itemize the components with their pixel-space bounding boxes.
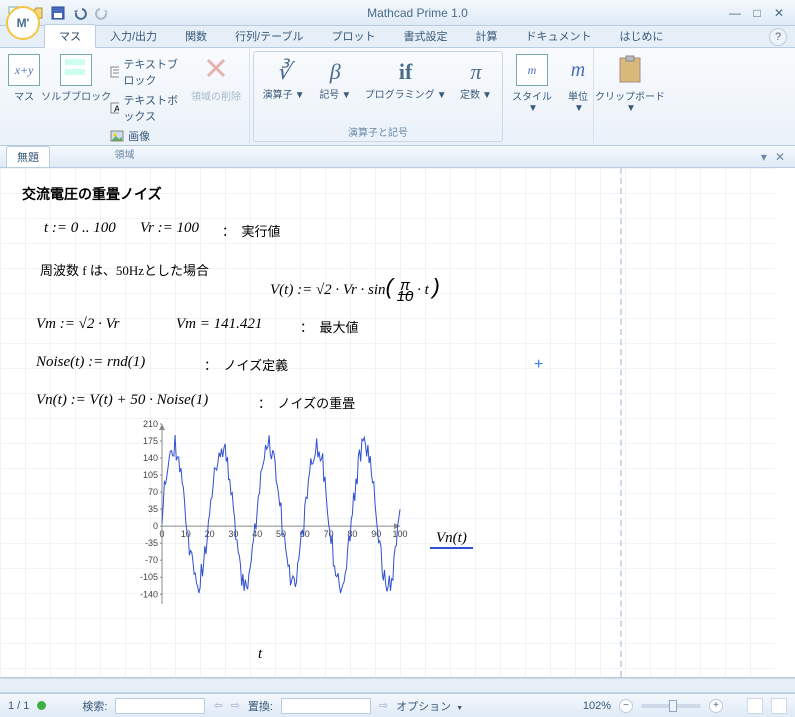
svg-text:35: 35 (148, 504, 158, 514)
view-draft-icon[interactable] (771, 698, 787, 714)
math-region-button[interactable]: x+y マス (6, 52, 42, 105)
svg-text:10: 10 (181, 529, 191, 539)
plot-vn[interactable]: -140-105-70-3503570105140175210010203040… (130, 418, 420, 646)
operators-button[interactable]: ∛演算子▼ (260, 56, 307, 103)
redo-icon[interactable] (94, 5, 110, 21)
doc-close[interactable]: ✕ (771, 150, 789, 164)
replace-go-icon[interactable]: ⇨ (379, 699, 388, 712)
clipboard-button[interactable]: クリップボード▼ (600, 52, 660, 116)
horizontal-scrollbar[interactable] (0, 678, 795, 693)
tab-io[interactable]: 入力/出力 (96, 25, 171, 47)
delete-region-button: 領域の削除 (189, 52, 243, 105)
svg-text:105: 105 (143, 470, 158, 480)
svg-text:-70: -70 (145, 555, 158, 565)
svg-text:A: A (114, 104, 119, 114)
svg-text:100: 100 (392, 529, 407, 539)
save-icon[interactable] (50, 5, 66, 21)
symbols-button[interactable]: β記号▼ (315, 56, 355, 103)
calc-status-icon (37, 701, 46, 710)
zoom-out-button[interactable]: − (619, 699, 633, 713)
minimize-button[interactable]: — (725, 5, 745, 21)
solve-block-button[interactable]: ソルブブロック (50, 52, 102, 105)
comment-max: ： 最大値 (300, 317, 359, 336)
svg-text:210: 210 (143, 419, 158, 429)
svg-text:90: 90 (371, 529, 381, 539)
constants-button[interactable]: π定数▼ (456, 56, 496, 103)
cursor-crosshair: + (534, 356, 543, 374)
text-block-button[interactable]: テキストブロック (110, 56, 181, 88)
zoom-slider[interactable] (641, 704, 701, 708)
eq-vr[interactable]: Vr := 100 (140, 220, 199, 237)
document-tab[interactable]: 無題 (6, 146, 50, 167)
eq-t-range[interactable]: t := 0 .. 100 (44, 220, 116, 237)
search-label: 検索: (82, 698, 107, 714)
svg-text:0: 0 (159, 529, 164, 539)
programming-button[interactable]: ifプログラミング▼ (363, 56, 448, 103)
svg-text:175: 175 (143, 436, 158, 446)
search-input[interactable] (115, 698, 205, 714)
svg-text:20: 20 (205, 529, 215, 539)
tab-matrix[interactable]: 行列/テーブル (221, 25, 317, 47)
zoom-in-button[interactable]: + (709, 699, 723, 713)
image-button[interactable]: 画像 (110, 128, 181, 144)
style-button[interactable]: m スタイル▼ (512, 52, 552, 116)
comment-superposition: ： ノイズの重畳 (258, 393, 355, 412)
tab-getting-started[interactable]: はじめに (605, 25, 677, 47)
svg-text:70: 70 (148, 487, 158, 497)
tab-format[interactable]: 書式設定 (389, 25, 461, 47)
tab-math[interactable]: マス (44, 24, 96, 48)
view-page-icon[interactable] (747, 698, 763, 714)
app-menu-button[interactable]: M' (6, 6, 40, 40)
close-button[interactable]: ✕ (769, 5, 789, 21)
heading: 交流電圧の重畳ノイズ (22, 184, 162, 204)
help-button[interactable]: ? (769, 28, 787, 46)
tab-functions[interactable]: 関数 (171, 25, 221, 47)
comment-freq: 周波数 f は、50Hzとした場合 (40, 260, 209, 279)
plot-xlabel: t (258, 646, 262, 663)
eq-vm-val[interactable]: Vm = 141.421 (176, 316, 262, 333)
comment-noise: ： ノイズ定義 (204, 355, 288, 374)
doc-dropdown[interactable]: ▾ (757, 150, 771, 164)
tab-document[interactable]: ドキュメント (511, 25, 605, 47)
svg-text:30: 30 (228, 529, 238, 539)
units-button[interactable]: m 単位▼ (560, 52, 596, 116)
text-box-button[interactable]: Aテキストボックス (110, 92, 181, 124)
tab-calc[interactable]: 計算 (461, 25, 511, 47)
undo-icon[interactable] (72, 5, 88, 21)
replace-label: 置換: (248, 698, 273, 714)
options-button[interactable]: オプション ▼ (396, 698, 463, 714)
page-indicator: 1 / 1 (8, 700, 29, 712)
search-next-icon[interactable]: ⇨ (231, 699, 240, 712)
eq-vm-def[interactable]: Vm := √2 · Vr (36, 316, 119, 333)
eq-noise-def[interactable]: Noise(t) := rnd(1) (36, 354, 145, 371)
eq-v-def[interactable]: V(t) := √2 · Vr · sin( π10 · t ) (270, 274, 440, 302)
workspace[interactable]: 交流電圧の重畳ノイズ t := 0 .. 100 Vr := 100 ： 実行値… (0, 168, 795, 678)
search-prev-icon[interactable]: ⇦ (213, 699, 222, 712)
comment-rms: ： 実行値 (222, 221, 281, 240)
svg-text:140: 140 (143, 453, 158, 463)
group-label-operators: 演算子と記号 (260, 122, 496, 141)
svg-text:-105: -105 (140, 572, 158, 582)
svg-text:0: 0 (153, 521, 158, 531)
eq-vn-def[interactable]: Vn(t) := V(t) + 50 · Noise(1) (36, 392, 208, 409)
tab-plot[interactable]: プロット (317, 25, 389, 47)
maximize-button[interactable]: □ (747, 5, 767, 21)
zoom-value: 102% (583, 700, 611, 712)
page-margin (620, 168, 622, 678)
plot-legend: Vn(t) (430, 530, 473, 549)
replace-input[interactable] (281, 698, 371, 714)
app-title: Mathcad Prime 1.0 (110, 6, 725, 20)
svg-text:-35: -35 (145, 538, 158, 548)
svg-text:-140: -140 (140, 589, 158, 599)
